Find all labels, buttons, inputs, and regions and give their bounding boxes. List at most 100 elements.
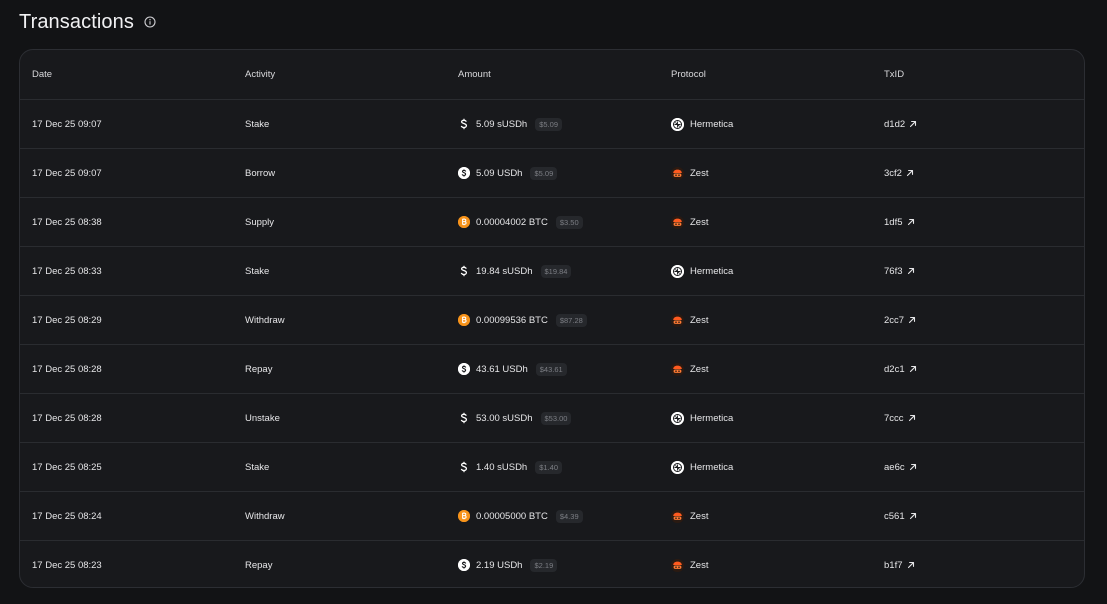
amount-value: 43.61 USDh bbox=[476, 363, 528, 375]
hermetica-logo-icon bbox=[671, 264, 684, 278]
usdh-icon bbox=[458, 559, 470, 571]
txid-link[interactable]: ae6c bbox=[884, 443, 917, 491]
amount-cell: 5.09 sUSDh $5.09 bbox=[458, 100, 563, 148]
external-link-icon[interactable] bbox=[906, 169, 914, 177]
txid-link[interactable]: 1df5 bbox=[884, 198, 915, 246]
txid-value[interactable]: 3cf2 bbox=[884, 168, 902, 179]
usdh-icon bbox=[458, 167, 470, 179]
protocol-cell: Zest bbox=[671, 149, 708, 197]
date-cell: 17 Dec 25 08:25 bbox=[32, 461, 102, 473]
external-link-icon[interactable] bbox=[909, 120, 917, 128]
txid-value[interactable]: 1df5 bbox=[884, 217, 903, 228]
btc-icon bbox=[458, 510, 470, 522]
activity-cell: Stake bbox=[245, 118, 270, 130]
zest-logo-icon bbox=[671, 509, 684, 523]
amount-cell: 19.84 sUSDh $19.84 bbox=[458, 247, 572, 295]
protocol-name: Zest bbox=[690, 314, 709, 326]
amount-cell: 0.00099536 BTC $87.28 bbox=[458, 296, 587, 344]
table-header-row: Date Activity Amount Protocol TxID bbox=[20, 50, 1084, 99]
protocol-cell: Zest bbox=[671, 541, 708, 587]
txid-link[interactable]: 3cf2 bbox=[884, 149, 914, 197]
external-link-icon[interactable] bbox=[909, 512, 917, 520]
transactions-table: Date Activity Amount Protocol TxID 17 De… bbox=[19, 49, 1085, 588]
txid-link[interactable]: 7ccc bbox=[884, 394, 916, 442]
zest-logo-icon bbox=[671, 558, 684, 572]
info-circle-icon[interactable] bbox=[144, 16, 157, 29]
protocol-cell: Zest bbox=[671, 296, 708, 344]
txid-value[interactable]: b1f7 bbox=[884, 560, 903, 571]
external-link-icon[interactable] bbox=[908, 414, 916, 422]
external-link-icon[interactable] bbox=[907, 267, 915, 275]
susdh-icon bbox=[458, 265, 470, 277]
usd-value-badge: $87.28 bbox=[555, 313, 587, 327]
column-header-activity[interactable]: Activity bbox=[245, 50, 275, 99]
usd-value-badge: $53.00 bbox=[540, 411, 572, 425]
protocol-cell: Hermetica bbox=[671, 394, 733, 442]
txid-value[interactable]: 7ccc bbox=[884, 413, 904, 424]
protocol-name: Hermetica bbox=[690, 265, 734, 277]
protocol-name: Zest bbox=[690, 216, 709, 228]
column-header-amount[interactable]: Amount bbox=[458, 50, 491, 99]
date-cell: 17 Dec 25 09:07 bbox=[32, 167, 102, 179]
table-row[interactable]: 17 Dec 25 08:25 Stake 1.40 sUSDh $1.40 Herme… bbox=[20, 442, 1084, 491]
activity-cell: Repay bbox=[245, 559, 273, 571]
date-cell: 17 Dec 25 08:29 bbox=[32, 314, 102, 326]
usd-value-badge: $5.09 bbox=[530, 166, 558, 180]
txid-value[interactable]: c561 bbox=[884, 511, 905, 522]
susdh-icon bbox=[458, 461, 470, 473]
table-row[interactable]: 17 Dec 25 09:07 Borrow 5.09 USDh $5.09 Zest 3… bbox=[20, 148, 1084, 197]
column-header-date[interactable]: Date bbox=[32, 50, 52, 99]
table-row[interactable]: 17 Dec 25 08:38 Supply 0.00004002 BTC $3.50… bbox=[20, 197, 1084, 246]
protocol-cell: Zest bbox=[671, 198, 708, 246]
external-link-icon[interactable] bbox=[907, 561, 915, 569]
txid-value[interactable]: 2cc7 bbox=[884, 315, 904, 326]
txid-value[interactable]: d1d2 bbox=[884, 119, 905, 130]
activity-cell: Withdraw bbox=[245, 510, 285, 522]
page-header: Transactions bbox=[19, 8, 157, 36]
txid-value[interactable]: 76f3 bbox=[884, 266, 903, 277]
external-link-icon[interactable] bbox=[909, 365, 917, 373]
txid-link[interactable]: 2cc7 bbox=[884, 296, 916, 344]
hermetica-logo-icon bbox=[671, 117, 684, 131]
txid-link[interactable]: 76f3 bbox=[884, 247, 915, 295]
txid-link[interactable]: d2c1 bbox=[884, 345, 917, 393]
date-cell: 17 Dec 25 08:33 bbox=[32, 265, 102, 277]
table-row[interactable]: 17 Dec 25 08:28 Unstake 53.00 sUSDh $53.00 H… bbox=[20, 393, 1084, 442]
protocol-name: Hermetica bbox=[690, 118, 734, 130]
txid-link[interactable]: d1d2 bbox=[884, 100, 917, 148]
activity-cell: Withdraw bbox=[245, 314, 285, 326]
table-row[interactable]: 17 Dec 25 08:33 Stake 19.84 sUSDh $19.84 Her… bbox=[20, 246, 1084, 295]
table-row[interactable]: 17 Dec 25 08:23 Repay 2.19 USDh $2.19 Zest b1… bbox=[20, 540, 1084, 587]
hermetica-logo-icon bbox=[671, 460, 684, 474]
external-link-icon[interactable] bbox=[909, 463, 917, 471]
txid-value[interactable]: d2c1 bbox=[884, 364, 905, 375]
amount-cell: 0.00004002 BTC $3.50 bbox=[458, 198, 583, 246]
amount-cell: 53.00 sUSDh $53.00 bbox=[458, 394, 572, 442]
usdh-icon bbox=[458, 363, 470, 375]
protocol-cell: Hermetica bbox=[671, 100, 733, 148]
page-title: Transactions bbox=[19, 10, 134, 33]
date-cell: 17 Dec 25 09:07 bbox=[32, 118, 102, 130]
amount-value: 19.84 sUSDh bbox=[476, 265, 533, 277]
amount-value: 5.09 sUSDh bbox=[476, 118, 528, 130]
usd-value-badge: $19.84 bbox=[540, 264, 572, 278]
usd-value-badge: $1.40 bbox=[535, 460, 563, 474]
date-cell: 17 Dec 25 08:23 bbox=[32, 559, 102, 571]
column-header-protocol[interactable]: Protocol bbox=[671, 50, 706, 99]
external-link-icon[interactable] bbox=[907, 218, 915, 226]
amount-cell: 0.00005000 BTC $4.39 bbox=[458, 492, 583, 540]
column-header-txid[interactable]: TxID bbox=[884, 50, 904, 99]
txid-value[interactable]: ae6c bbox=[884, 462, 905, 473]
table-row[interactable]: 17 Dec 25 08:28 Repay 43.61 USDh $43.61 Zest… bbox=[20, 344, 1084, 393]
activity-cell: Borrow bbox=[245, 167, 276, 179]
usd-value-badge: $43.61 bbox=[535, 362, 567, 376]
external-link-icon[interactable] bbox=[908, 316, 916, 324]
zest-logo-icon bbox=[671, 215, 684, 229]
table-row[interactable]: 17 Dec 25 09:07 Stake 5.09 sUSDh $5.09 Herme… bbox=[20, 99, 1084, 148]
table-row[interactable]: 17 Dec 25 08:24 Withdraw 0.00005000 BTC $4.… bbox=[20, 491, 1084, 540]
txid-link[interactable]: c561 bbox=[884, 492, 917, 540]
table-row[interactable]: 17 Dec 25 08:29 Withdraw 0.00099536 BTC $87… bbox=[20, 295, 1084, 344]
txid-link[interactable]: b1f7 bbox=[884, 541, 915, 587]
date-cell: 17 Dec 25 08:38 bbox=[32, 216, 102, 228]
hermetica-logo-icon bbox=[671, 411, 684, 425]
